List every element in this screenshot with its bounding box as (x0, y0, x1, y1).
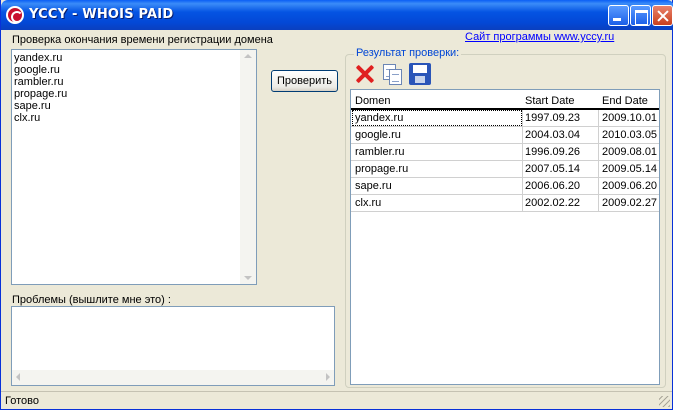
column-divider (598, 110, 599, 212)
cell-domain: rambler.ru (355, 146, 405, 158)
title-bar[interactable]: YCCY - WHOIS PAID (1, 0, 673, 30)
domain-line: sape.ru (14, 100, 51, 112)
cell-end-date: 2009.10.01 (602, 112, 658, 124)
problems-label: Проблемы (вышлите мне это) : (12, 294, 171, 306)
domain-line: propage.ru (14, 88, 68, 100)
cell-start-date: 2006.06.20 (525, 180, 581, 192)
cell-end-date: 2009.08.01 (602, 146, 658, 158)
scroll-up-icon[interactable] (244, 54, 252, 58)
cell-end-date: 2009.02.27 (602, 197, 658, 209)
copy-page-front (389, 69, 402, 85)
domain-line: rambler.ru (14, 76, 64, 88)
cell-domain: sape.ru (355, 180, 392, 192)
table-row[interactable]: clx.ru 2002.02.22 2009.02.27 (351, 195, 659, 212)
table-row[interactable]: propage.ru 2007.05.14 2009.05.14 (351, 161, 659, 178)
table-row[interactable]: yandex.ru 1997.09.23 2009.10.01 (351, 110, 659, 127)
domain-line: clx.ru (14, 112, 41, 124)
close-icon[interactable] (652, 5, 673, 26)
cell-start-date: 2004.03.04 (525, 129, 581, 141)
results-table[interactable]: Domen Start Date End Date yandex.ru 1997.… (350, 89, 660, 385)
cell-start-date: 1997.09.23 (525, 112, 581, 124)
table-row[interactable]: sape.ru 2006.06.20 2009.06.20 (351, 178, 659, 195)
scroll-right-icon[interactable] (326, 373, 330, 381)
domains-vertical-scrollbar[interactable] (240, 50, 256, 284)
delete-icon[interactable] (354, 63, 376, 85)
cell-domain: yandex.ru (355, 112, 404, 124)
problems-horizontal-scrollbar[interactable] (12, 370, 334, 385)
app-window: YCCY - WHOIS PAID Проверка окончания вре… (0, 0, 673, 410)
status-text: Готово (5, 395, 39, 407)
table-row[interactable]: google.ru 2004.03.04 2010.03.05 (351, 127, 659, 144)
column-divider (522, 110, 523, 212)
scroll-down-icon[interactable] (244, 276, 252, 280)
check-button[interactable]: Проверить (271, 70, 338, 92)
cell-domain: propage.ru (355, 163, 409, 175)
domains-label: Проверка окончания времени регистрации д… (12, 34, 273, 46)
results-group-title: Результат проверки: (354, 47, 462, 59)
scroll-left-icon[interactable] (16, 373, 20, 381)
save-icon[interactable] (409, 63, 431, 85)
cell-end-date: 2009.06.20 (602, 180, 658, 192)
domain-line: google.ru (14, 64, 60, 76)
domains-textarea[interactable]: yandex.ru google.ru rambler.ru propage.ru sa… (11, 49, 257, 285)
table-row[interactable]: rambler.ru 1996.09.26 2009.08.01 (351, 144, 659, 161)
site-link[interactable]: Сайт программы www.yccy.ru (465, 31, 614, 43)
domains-list: yandex.ru google.ru rambler.ru propage.ru sa… (14, 52, 67, 124)
cell-start-date: 1996.09.26 (525, 146, 581, 158)
window-title: YCCY - WHOIS PAID (29, 7, 174, 22)
domain-line: yandex.ru (14, 52, 63, 64)
resize-grip-icon[interactable] (659, 396, 670, 407)
cell-start-date: 2002.02.22 (525, 197, 581, 209)
copy-icon[interactable] (381, 63, 403, 85)
cell-start-date: 2007.05.14 (525, 163, 581, 175)
maximize-icon[interactable] (630, 5, 651, 26)
app-logo-icon[interactable] (6, 6, 24, 24)
cell-domain: google.ru (355, 129, 401, 141)
minimize-icon[interactable] (608, 5, 629, 26)
problems-textarea[interactable] (11, 306, 335, 386)
cell-domain: clx.ru (355, 197, 382, 209)
cell-end-date: 2009.05.14 (602, 163, 658, 175)
status-bar: Готово (1, 391, 672, 409)
cell-end-date: 2010.03.05 (602, 129, 658, 141)
